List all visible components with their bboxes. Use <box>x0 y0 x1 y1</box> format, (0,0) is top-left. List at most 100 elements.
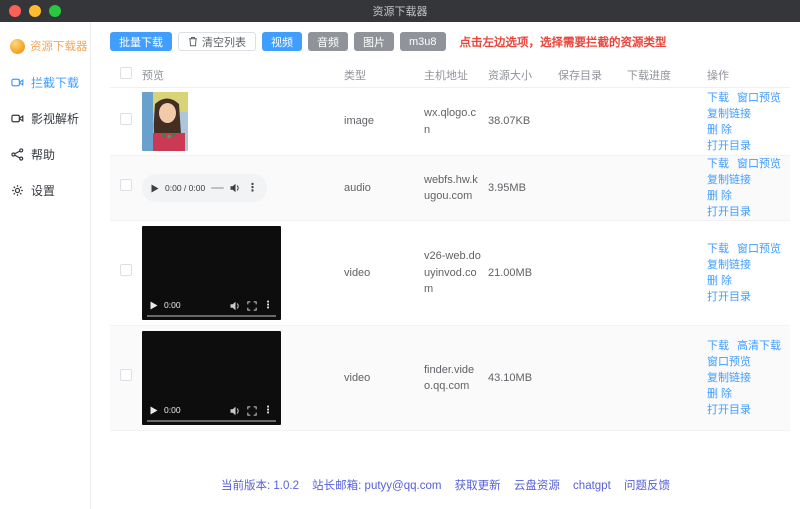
action-link[interactable]: 复制链接 <box>707 259 751 271</box>
audio-time: 0:00 / 0:00 <box>165 182 206 193</box>
volume-icon[interactable] <box>230 406 241 416</box>
kebab-menu-icon[interactable]: ⋮ <box>263 298 273 313</box>
actions-cell: 下载 窗口预览复制链接删 除打开目录 <box>683 90 790 154</box>
trash-icon <box>189 37 197 47</box>
sidebar: 资源下载器 拦截下载 影视解析 帮助 设置 <box>0 22 91 509</box>
table-row: 0:00 / 0:00 ⋮ audio webfs.hw.kugou.com 3.95M… <box>110 156 790 221</box>
photo-thumbnail <box>142 92 188 151</box>
table-body: image wx.qlogo.cn 38.07KB 下载 窗口预览 复制链接删 除打开目录… <box>110 88 790 431</box>
footer-link-feedback[interactable]: 问题反馈 <box>624 480 670 492</box>
column-header-type: 类型 <box>344 69 366 82</box>
row-checkbox[interactable] <box>120 179 132 192</box>
row-checkbox[interactable] <box>120 369 132 382</box>
type-cell: image <box>344 115 374 128</box>
action-link[interactable]: 复制链接 <box>707 174 751 186</box>
action-link[interactable]: 复制链接 <box>707 108 751 120</box>
volume-icon[interactable] <box>230 183 241 193</box>
host-cell: finder.video.qq.com <box>424 363 475 393</box>
window-title: 资源下载器 <box>372 6 428 18</box>
audio-player[interactable]: 0:00 / 0:00 ⋮ <box>142 174 267 202</box>
video-player[interactable]: 0:00 ⋮ <box>142 331 281 425</box>
action-link[interactable]: 下载 <box>707 92 729 104</box>
filter-audio-button[interactable]: 音频 <box>308 32 348 51</box>
sidebar-item-settings[interactable]: 设置 <box>0 183 90 198</box>
host-cell: webfs.hw.kugou.com <box>424 173 478 203</box>
footer-link-get-update[interactable]: 获取更新 <box>455 480 501 492</box>
action-link[interactable]: 窗口预览 <box>737 243 781 255</box>
sidebar-item-label: 拦截下载 <box>31 76 80 90</box>
kebab-menu-icon[interactable]: ⋮ <box>247 180 258 197</box>
filter-image-button[interactable]: 图片 <box>354 32 394 51</box>
size-cell: 21.00MB <box>488 266 533 279</box>
image-preview[interactable] <box>142 92 188 151</box>
action-link[interactable]: 窗口预览 <box>737 158 781 170</box>
app-logo-label: 资源下载器 <box>30 41 88 53</box>
column-header-preview: 预览 <box>142 69 164 82</box>
row-checkbox[interactable] <box>120 264 132 277</box>
table-header: 预览 类型 主机地址 资源大小 保存目录 下载进度 操作 <box>110 62 790 88</box>
video-time: 0:00 <box>164 405 181 416</box>
volume-icon[interactable] <box>230 301 241 311</box>
action-link[interactable]: 高清下载 <box>737 340 781 352</box>
sidebar-item-video-parse[interactable]: 影视解析 <box>0 111 90 126</box>
action-link[interactable]: 打开目录 <box>707 140 751 152</box>
action-link[interactable]: 删 除 <box>707 388 732 400</box>
footer: 当前版本: 1.0.2 站长邮箱: putyy@qq.com 获取更新 云盘资源… <box>91 477 800 493</box>
action-link[interactable]: 下载 <box>707 340 729 352</box>
play-icon[interactable] <box>150 301 158 310</box>
action-link[interactable]: 下载 <box>707 243 729 255</box>
select-all-checkbox[interactable] <box>120 67 132 79</box>
action-link[interactable]: 打开目录 <box>707 291 751 303</box>
action-link[interactable]: 打开目录 <box>707 404 751 416</box>
email-label: 站长邮箱: putyy@qq.com <box>312 480 442 492</box>
intercept-download-icon <box>11 78 24 87</box>
sidebar-item-label: 设置 <box>31 184 56 198</box>
table-row: image wx.qlogo.cn 38.07KB 下载 窗口预览 复制链接删 除打开目录 <box>110 88 790 156</box>
kebab-menu-icon[interactable]: ⋮ <box>263 403 273 418</box>
sidebar-item-label: 影视解析 <box>31 112 80 126</box>
size-cell: 3.95MB <box>488 181 526 194</box>
action-link[interactable]: 删 除 <box>707 124 732 136</box>
column-header-host: 主机地址 <box>424 69 468 82</box>
action-link[interactable]: 删 除 <box>707 275 732 287</box>
action-link[interactable]: 下载 <box>707 158 729 170</box>
sidebar-item-help[interactable]: 帮助 <box>0 147 90 162</box>
footer-link-chatgpt[interactable]: chatgpt <box>573 480 611 492</box>
actions-cell: 下载 窗口预览复制链接删 除打开目录 <box>683 241 790 305</box>
host-cell: v26-web.douyinvod.com <box>424 250 481 296</box>
share-icon <box>11 148 24 161</box>
version-label: 当前版本: 1.0.2 <box>221 480 299 492</box>
type-cell: video <box>344 266 371 279</box>
video-player[interactable]: 0:00 ⋮ <box>142 226 281 320</box>
titlebar: 资源下载器 <box>0 0 800 22</box>
row-checkbox[interactable] <box>120 112 132 125</box>
toolbar: 批量下载 清空列表 视频 音频 图片 m3u8 点击左边选项，选择需要拦截的资源… <box>110 32 790 51</box>
video-progress-bar[interactable] <box>147 315 276 317</box>
fullscreen-icon[interactable] <box>247 300 257 311</box>
video-progress-bar[interactable] <box>147 420 276 422</box>
action-link[interactable]: 打开目录 <box>707 206 751 218</box>
orange-logo-icon <box>10 38 25 54</box>
video-parse-icon <box>11 114 24 123</box>
action-link[interactable]: 窗口预览 <box>737 92 781 104</box>
action-link[interactable]: 删 除 <box>707 190 732 202</box>
sidebar-item-intercept-download[interactable]: 拦截下载 <box>0 75 90 90</box>
action-link[interactable]: 窗口预览 <box>707 356 751 368</box>
fullscreen-icon[interactable] <box>247 405 257 416</box>
play-icon[interactable] <box>150 406 158 415</box>
filter-m3u8-button[interactable]: m3u8 <box>400 32 446 51</box>
sidebar-item-label: 帮助 <box>31 148 56 162</box>
preview-cell: 0:00 ⋮ <box>142 221 344 325</box>
filter-video-button[interactable]: 视频 <box>262 32 302 51</box>
column-header-save-dir: 保存目录 <box>558 69 602 82</box>
action-link[interactable]: 复制链接 <box>707 372 751 384</box>
table-row: 0:00 ⋮ video v26-web.douyinvod.com 21.00MB 下载… <box>110 221 790 326</box>
clear-list-button[interactable]: 清空列表 <box>178 32 256 51</box>
batch-download-button[interactable]: 批量下载 <box>110 32 172 51</box>
play-icon[interactable] <box>151 184 159 193</box>
audio-progress-bar[interactable] <box>211 187 224 189</box>
footer-link-cloud-resources[interactable]: 云盘资源 <box>514 480 560 492</box>
preview-cell: 0:00 / 0:00 ⋮ <box>142 174 344 202</box>
main-panel: 批量下载 清空列表 视频 音频 图片 m3u8 点击左边选项，选择需要拦截的资源… <box>91 22 800 509</box>
size-cell: 43.10MB <box>488 371 533 384</box>
